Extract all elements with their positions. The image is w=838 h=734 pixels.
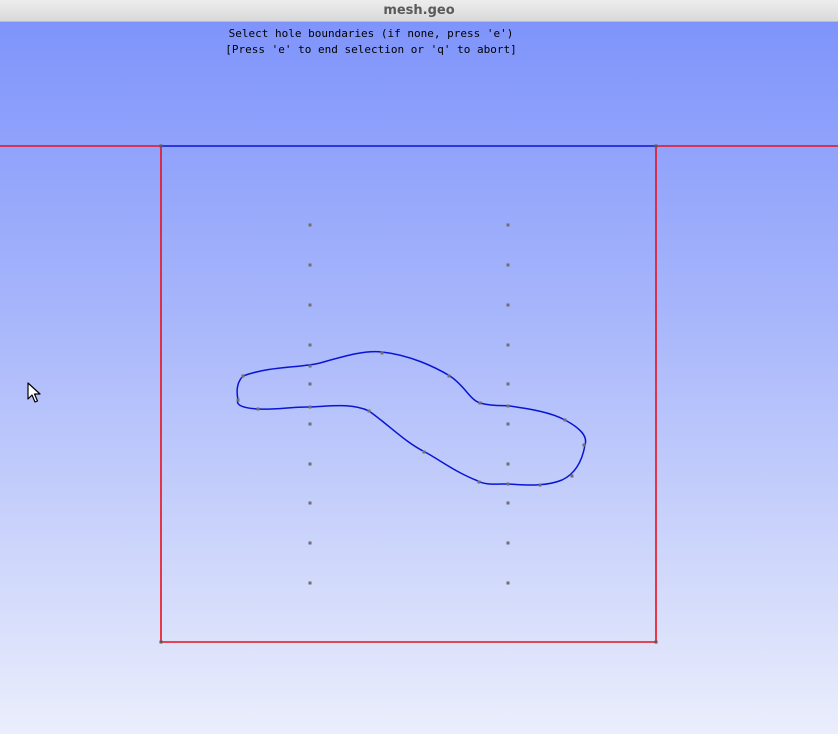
- geometry-point[interactable]: [367, 409, 371, 413]
- geometry-point[interactable]: [308, 541, 312, 545]
- geometry-point[interactable]: [308, 364, 312, 368]
- geometry-point[interactable]: [478, 401, 482, 405]
- application-window: mesh.geo Select hole boundaries (if none…: [0, 0, 838, 734]
- geometry-point[interactable]: [582, 443, 586, 447]
- geometry-points: [236, 223, 586, 585]
- geometry-point[interactable]: [506, 422, 510, 426]
- geometry-point[interactable]: [506, 462, 510, 466]
- hole-boundary-curve[interactable]: [236, 350, 587, 486]
- geometry-point[interactable]: [506, 343, 510, 347]
- geometry-point[interactable]: [308, 382, 312, 386]
- geometry-point[interactable]: [506, 303, 510, 307]
- corner-points: [159, 144, 658, 644]
- graphics-viewport[interactable]: Select hole boundaries (if none, press '…: [0, 22, 838, 734]
- geometry-point[interactable]: [506, 501, 510, 505]
- geometry-point[interactable]: [308, 581, 312, 585]
- geometry-point[interactable]: [506, 404, 510, 408]
- geometry-point[interactable]: [654, 640, 658, 644]
- geometry-point[interactable]: [563, 418, 567, 422]
- geometry-point[interactable]: [506, 581, 510, 585]
- geometry-canvas[interactable]: [0, 22, 838, 734]
- geometry-point[interactable]: [422, 450, 426, 454]
- geometry-point[interactable]: [380, 351, 384, 355]
- geometry-point[interactable]: [570, 474, 574, 478]
- geometry-point[interactable]: [447, 374, 451, 378]
- geometry-point[interactable]: [654, 144, 658, 148]
- geometry-point[interactable]: [256, 407, 260, 411]
- geometry-point[interactable]: [506, 263, 510, 267]
- geometry-point[interactable]: [308, 303, 312, 307]
- geometry-point[interactable]: [308, 223, 312, 227]
- window-titlebar[interactable]: mesh.geo: [0, 0, 838, 22]
- geometry-point[interactable]: [308, 501, 312, 505]
- geometry-point[interactable]: [308, 462, 312, 466]
- window-title: mesh.geo: [383, 3, 455, 18]
- geometry-point[interactable]: [506, 382, 510, 386]
- geometry-point[interactable]: [308, 343, 312, 347]
- geometry-point[interactable]: [308, 422, 312, 426]
- geometry-point[interactable]: [308, 405, 312, 409]
- mouse-pointer-icon: [27, 382, 41, 403]
- geometry-point[interactable]: [506, 223, 510, 227]
- geometry-point[interactable]: [506, 482, 510, 486]
- geometry-point[interactable]: [159, 144, 163, 148]
- geometry-point[interactable]: [159, 640, 163, 644]
- geometry-point[interactable]: [236, 398, 240, 402]
- geometry-point[interactable]: [506, 541, 510, 545]
- geometry-point[interactable]: [241, 374, 245, 378]
- geometry-point[interactable]: [538, 483, 542, 487]
- geometry-point[interactable]: [308, 263, 312, 267]
- geometry-point[interactable]: [477, 480, 481, 484]
